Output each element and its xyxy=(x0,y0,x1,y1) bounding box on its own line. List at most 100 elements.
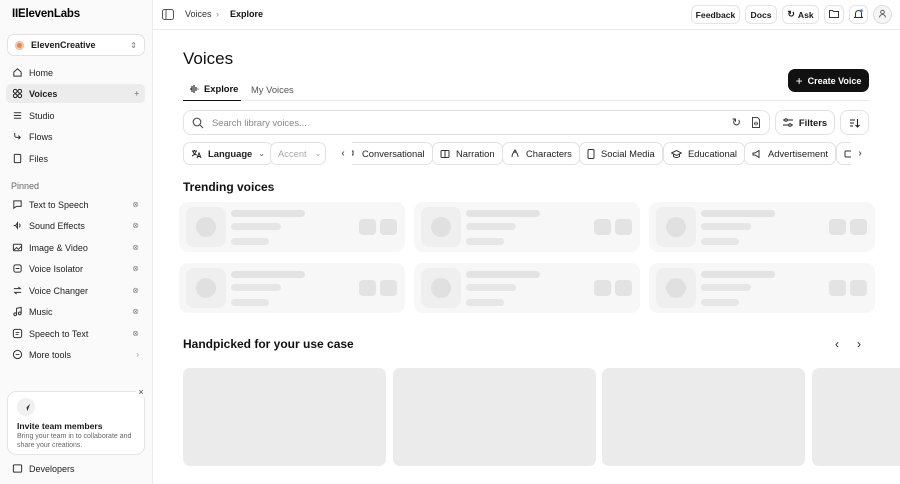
sidebar-item-label: Text to Speech xyxy=(29,199,89,210)
chip-narration[interactable]: Narration xyxy=(432,142,503,165)
send-icon xyxy=(17,398,35,416)
chevron-right-icon: › xyxy=(216,9,219,19)
speech-to-text-icon xyxy=(12,328,23,339)
sidebar-item-label: Voices xyxy=(29,88,58,99)
audio-file-search-icon[interactable] xyxy=(751,117,761,128)
invite-title: Invite team members xyxy=(17,421,103,431)
more-tools-icon xyxy=(12,349,23,360)
sidebar-item-voice-changer[interactable]: Voice Changer ⊗ xyxy=(6,281,145,300)
chip-label: Characters xyxy=(526,148,572,159)
image-video-icon xyxy=(12,242,23,253)
chevron-updown-icon: ⇕ xyxy=(130,40,137,50)
create-voice-button[interactable]: + Create Voice xyxy=(788,69,869,92)
close-icon[interactable]: × xyxy=(136,387,146,397)
topbar: Voices › Explore Feedback Docs ↻ Ask xyxy=(153,0,900,30)
unpin-icon[interactable]: ⊗ xyxy=(132,264,139,273)
accent-dropdown[interactable]: Accent ⌄ xyxy=(270,142,326,165)
workspace-switcher[interactable]: ElevenCreative ⇕ xyxy=(7,34,145,56)
sidebar-item-files[interactable]: Files xyxy=(6,149,145,168)
bell-icon xyxy=(853,8,864,21)
chip-educational[interactable]: Educational xyxy=(663,142,745,165)
chip-advertisement[interactable]: Advertisement xyxy=(744,142,836,165)
invite-description: Bring your team in to collaborate and sh… xyxy=(17,433,132,449)
filters-label: Filters xyxy=(798,117,828,128)
tab-explore[interactable]: Explore xyxy=(183,77,241,101)
sidebar-item-image-video[interactable]: Image & Video ⊗ xyxy=(6,238,145,257)
sidebar-item-flows[interactable]: Flows xyxy=(6,127,145,146)
chips-scroll-right-button[interactable]: › xyxy=(851,142,869,165)
advertisement-icon xyxy=(752,149,762,159)
voice-isolator-icon xyxy=(12,263,23,274)
chip-label: Advertisement xyxy=(768,148,828,159)
feedback-button[interactable]: Feedback xyxy=(691,5,740,24)
ask-button[interactable]: ↻ Ask xyxy=(782,5,819,24)
usecase-card-skeleton xyxy=(602,368,805,466)
developers-icon xyxy=(12,463,23,474)
sidebar-item-label: Home xyxy=(29,67,54,78)
translate-icon xyxy=(191,149,202,159)
folder-button[interactable] xyxy=(824,5,844,24)
tab-my-voices[interactable]: My Voices xyxy=(251,77,294,101)
invite-team-card[interactable]: × Invite team members Bring your team in… xyxy=(7,387,146,455)
flows-icon xyxy=(12,131,23,142)
unpin-icon[interactable]: ⊗ xyxy=(132,307,139,316)
search-bar: ↻ xyxy=(183,110,770,135)
chips-scroll-left-button[interactable]: ‹ xyxy=(334,142,352,165)
chip-characters[interactable]: Characters xyxy=(502,142,580,165)
filters-button[interactable]: Filters xyxy=(775,110,835,135)
accent-label: Accent xyxy=(278,148,307,159)
voice-changer-icon xyxy=(12,285,23,296)
elevenlabs-logo[interactable]: IIElevenLabs xyxy=(12,8,80,20)
docs-label: Docs xyxy=(750,9,772,20)
voices-icon xyxy=(12,88,23,99)
chevron-right-icon[interactable]: › xyxy=(270,183,273,194)
unpin-icon[interactable]: ⊗ xyxy=(132,221,139,230)
home-icon xyxy=(12,67,23,78)
sidebar-item-studio[interactable]: Studio xyxy=(6,106,145,125)
folder-icon xyxy=(829,9,839,20)
refresh-icon[interactable]: ↻ xyxy=(732,116,741,129)
sort-button[interactable] xyxy=(840,110,869,135)
search-input[interactable] xyxy=(212,117,732,128)
studio-icon xyxy=(12,110,23,121)
carousel-next-button[interactable]: › xyxy=(851,337,867,351)
carousel-prev-button[interactable]: ‹ xyxy=(829,337,845,351)
usecase-card-skeleton xyxy=(183,368,386,466)
chip-label: Educational xyxy=(688,148,737,159)
sidebar-item-more-tools[interactable]: More tools › xyxy=(6,345,145,364)
sidebar-item-label: Image & Video xyxy=(29,242,88,253)
chip-conversational[interactable]: Conversational xyxy=(338,142,433,165)
sidebar-item-developers[interactable]: Developers xyxy=(6,459,145,478)
tab-label: Explore xyxy=(204,83,239,94)
unpin-icon[interactable]: ⊗ xyxy=(132,243,139,252)
sidebar-item-voice-isolator[interactable]: Voice Isolator ⊗ xyxy=(6,259,145,278)
sidebar: IIElevenLabs ElevenCreative ⇕ Home Voice… xyxy=(0,0,153,484)
sidebar-toggle-icon[interactable] xyxy=(162,9,174,23)
filters-icon xyxy=(782,118,793,127)
chip-social-media[interactable]: Social Media xyxy=(579,142,663,165)
sidebar-item-sound-effects[interactable]: Sound Effects ⊗ xyxy=(6,216,145,235)
sidebar-item-label: Studio xyxy=(29,110,55,121)
breadcrumb-explore: Explore xyxy=(230,9,264,19)
notifications-button[interactable] xyxy=(849,5,868,24)
trending-voices-title[interactable]: Trending voices xyxy=(183,180,274,194)
sidebar-item-label: Developers xyxy=(29,463,75,474)
sidebar-item-music[interactable]: Music ⊗ xyxy=(6,302,145,321)
sidebar-item-speech-to-text[interactable]: Speech to Text ⊗ xyxy=(6,324,145,343)
docs-button[interactable]: Docs xyxy=(745,5,777,24)
language-dropdown[interactable]: Language ⌄ xyxy=(183,142,273,165)
explore-icon xyxy=(189,84,199,94)
sidebar-item-text-to-speech[interactable]: Text to Speech ⊗ xyxy=(6,195,145,214)
refresh-chat-icon: ↻ xyxy=(787,9,795,19)
breadcrumb-voices[interactable]: Voices xyxy=(185,9,212,19)
handpicked-title: Handpicked for your use case xyxy=(183,337,354,351)
sidebar-item-voices[interactable]: Voices + xyxy=(6,84,145,103)
unpin-icon[interactable]: ⊗ xyxy=(132,329,139,338)
sidebar-item-home[interactable]: Home xyxy=(6,63,145,82)
unpin-icon[interactable]: ⊗ xyxy=(132,286,139,295)
add-icon[interactable]: + xyxy=(134,89,139,98)
unpin-icon[interactable]: ⊗ xyxy=(132,200,139,209)
user-avatar[interactable] xyxy=(873,5,892,24)
sidebar-item-label: More tools xyxy=(29,349,72,360)
user-icon xyxy=(878,9,887,21)
